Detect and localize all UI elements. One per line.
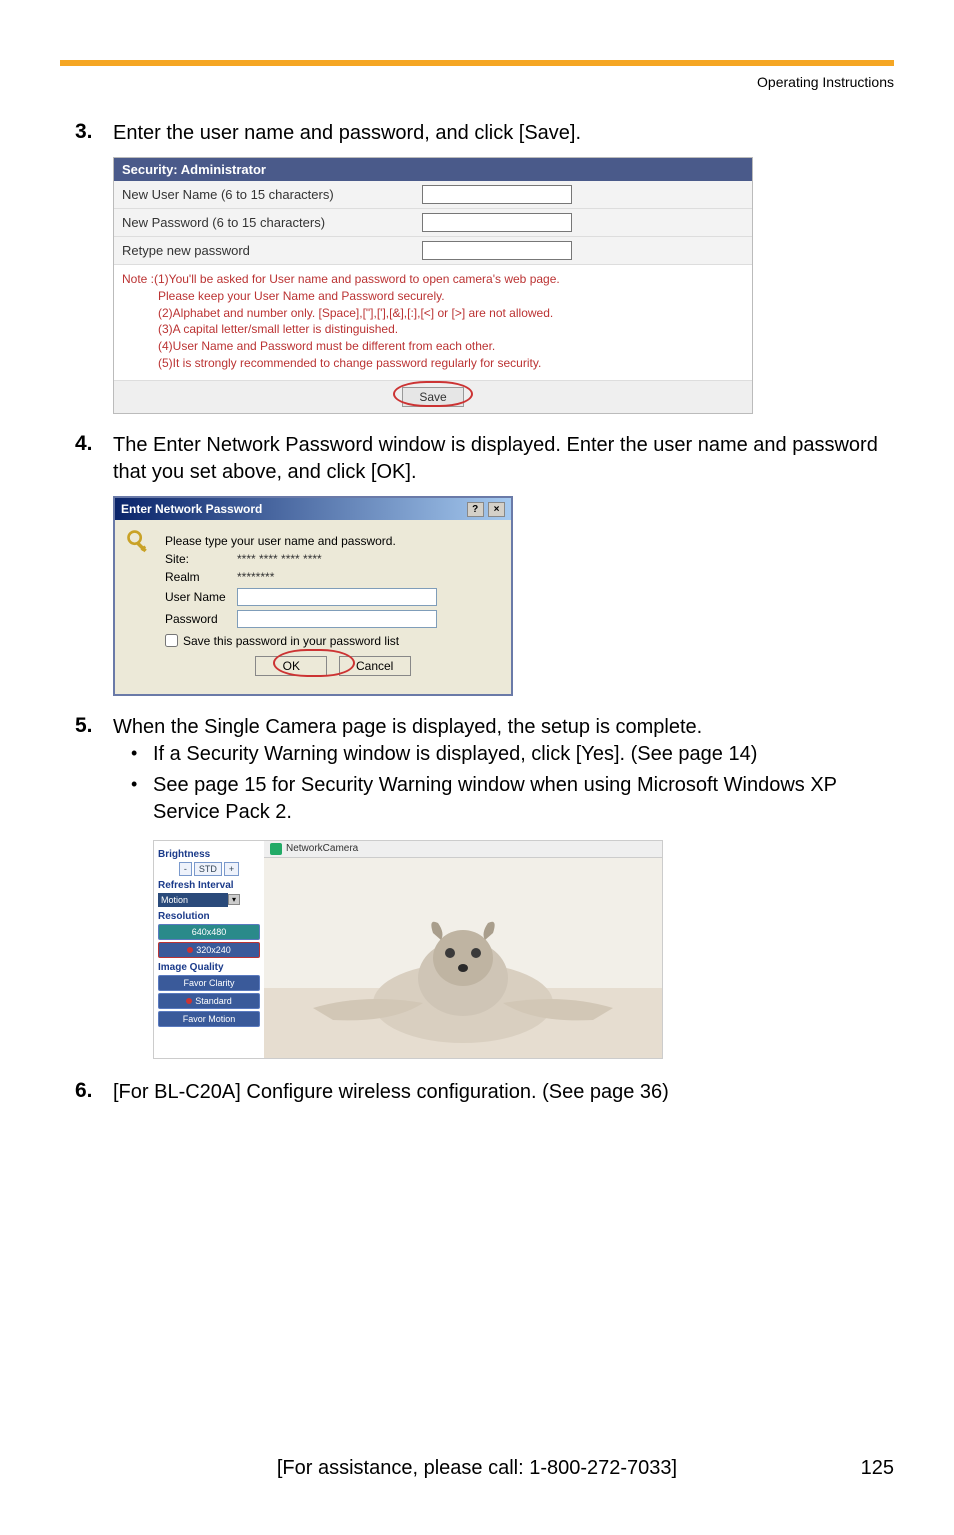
refresh-dropdown[interactable]: Motion ▾ — [158, 893, 260, 907]
resolution-640[interactable]: 640x480 — [158, 924, 260, 940]
new-password-input[interactable] — [422, 213, 572, 232]
step-text: [For BL-C20A] Configure wireless configu… — [113, 1079, 894, 1106]
page-number: 125 — [861, 1457, 894, 1480]
step-number: 3. — [75, 120, 113, 144]
ok-button[interactable]: OK — [255, 656, 327, 676]
note-line-2: (2)Alphabet and number only. [Space],["]… — [122, 305, 744, 322]
new-username-input[interactable] — [422, 185, 572, 204]
save-button[interactable]: Save — [402, 387, 463, 407]
brightness-label: Brightness — [158, 849, 260, 860]
chevron-down-icon: ▾ — [228, 894, 240, 905]
save-password-label: Save this password in your password list — [183, 634, 399, 648]
save-password-check-row: Save this password in your password list — [165, 634, 501, 648]
network-password-dialog: Enter Network Password ? × Please type y… — [113, 496, 513, 696]
site-value: **** **** **** **** — [237, 552, 322, 566]
username-input[interactable] — [237, 588, 437, 606]
camera-main: NetworkCamera — [264, 841, 662, 1058]
new-password-row: New Password (6 to 15 characters) — [114, 209, 752, 237]
key-icon — [125, 528, 153, 556]
new-username-row: New User Name (6 to 15 characters) — [114, 181, 752, 209]
step-number: 5. — [75, 714, 113, 738]
realm-value: ******** — [237, 570, 274, 584]
image-quality-label: Image Quality — [158, 962, 260, 973]
brightness-control: - STD + — [158, 862, 260, 876]
retype-password-row: Retype new password — [114, 237, 752, 265]
refresh-value: Motion — [158, 893, 228, 907]
dialog-body: Please type your user name and password.… — [115, 520, 511, 694]
new-password-label: New Password (6 to 15 characters) — [122, 215, 422, 230]
username-label: User Name — [165, 590, 237, 604]
step-5: 5. When the Single Camera page is displa… — [75, 714, 894, 830]
password-label: Password — [165, 612, 237, 626]
refresh-interval-label: Refresh Interval — [158, 880, 260, 891]
help-icon[interactable]: ? — [467, 502, 484, 517]
step-number: 6. — [75, 1079, 113, 1103]
step-3: 3. Enter the user name and password, and… — [75, 120, 894, 147]
bullet-security-warning: If a Security Warning window is displaye… — [153, 741, 894, 768]
save-password-checkbox[interactable] — [165, 634, 178, 647]
new-username-label: New User Name (6 to 15 characters) — [122, 187, 422, 202]
step-text: When the Single Camera page is displayed… — [113, 714, 894, 830]
page-content: 3. Enter the user name and password, and… — [0, 90, 954, 1106]
note-line-4: (4)User Name and Password must be differ… — [122, 338, 744, 355]
footer-assistance: [For assistance, please call: 1-800-272-… — [0, 1457, 954, 1480]
close-icon[interactable]: × — [488, 502, 505, 517]
note-line-5: (5)It is strongly recommended to change … — [122, 355, 744, 372]
camera-sidebar: Brightness - STD + Refresh Interval Moti… — [154, 841, 264, 1058]
favor-motion-button[interactable]: Favor Motion — [158, 1011, 260, 1027]
security-panel-title: Security: Administrator — [114, 158, 752, 181]
retype-password-label: Retype new password — [122, 243, 422, 258]
site-label: Site: — [165, 552, 237, 566]
standard-button[interactable]: Standard — [158, 993, 260, 1009]
security-note: Note :(1)You'll be asked for User name a… — [114, 265, 752, 380]
step-5-bullets: If a Security Warning window is displaye… — [113, 741, 894, 826]
dialog-title-icons: ? × — [466, 501, 505, 517]
note-line-1b: Please keep your User Name and Password … — [122, 288, 744, 305]
brightness-minus[interactable]: - — [179, 862, 192, 876]
dialog-intro: Please type your user name and password. — [165, 534, 396, 548]
note-line-3: (3)A capital letter/small letter is dist… — [122, 321, 744, 338]
security-admin-panel: Security: Administrator New User Name (6… — [113, 157, 753, 414]
dialog-titlebar: Enter Network Password ? × — [115, 498, 511, 520]
header-section-label: Operating Instructions — [0, 74, 894, 90]
step-text: The Enter Network Password window is dis… — [113, 432, 894, 486]
step-4: 4. The Enter Network Password window is … — [75, 432, 894, 486]
single-camera-panel: Brightness - STD + Refresh Interval Moti… — [153, 840, 663, 1059]
camera-tab-label: NetworkCamera — [286, 843, 358, 854]
resolution-320[interactable]: 320x240 — [158, 942, 260, 958]
brightness-plus[interactable]: + — [224, 862, 239, 876]
camera-tab[interactable]: NetworkCamera — [264, 841, 662, 858]
dialog-title-text: Enter Network Password — [121, 502, 262, 516]
camera-icon — [270, 843, 282, 855]
resolution-label: Resolution — [158, 911, 260, 922]
step-6: 6. [For BL-C20A] Configure wireless conf… — [75, 1079, 894, 1106]
cancel-button[interactable]: Cancel — [339, 656, 411, 676]
accent-bar — [60, 60, 894, 66]
save-row: Save — [114, 380, 752, 413]
retype-password-input[interactable] — [422, 241, 572, 260]
realm-label: Realm — [165, 570, 237, 584]
password-input[interactable] — [237, 610, 437, 628]
step-text: Enter the user name and password, and cl… — [113, 120, 894, 147]
step-number: 4. — [75, 432, 113, 456]
bullet-sp2-warning: See page 15 for Security Warning window … — [153, 772, 894, 826]
step-5-main: When the Single Camera page is displayed… — [113, 716, 702, 738]
favor-clarity-button[interactable]: Favor Clarity — [158, 975, 260, 991]
brightness-std[interactable]: STD — [194, 862, 222, 876]
dialog-buttons: OK Cancel — [165, 652, 501, 684]
note-line-1: Note :(1)You'll be asked for User name a… — [122, 272, 560, 286]
camera-image — [264, 858, 662, 1058]
